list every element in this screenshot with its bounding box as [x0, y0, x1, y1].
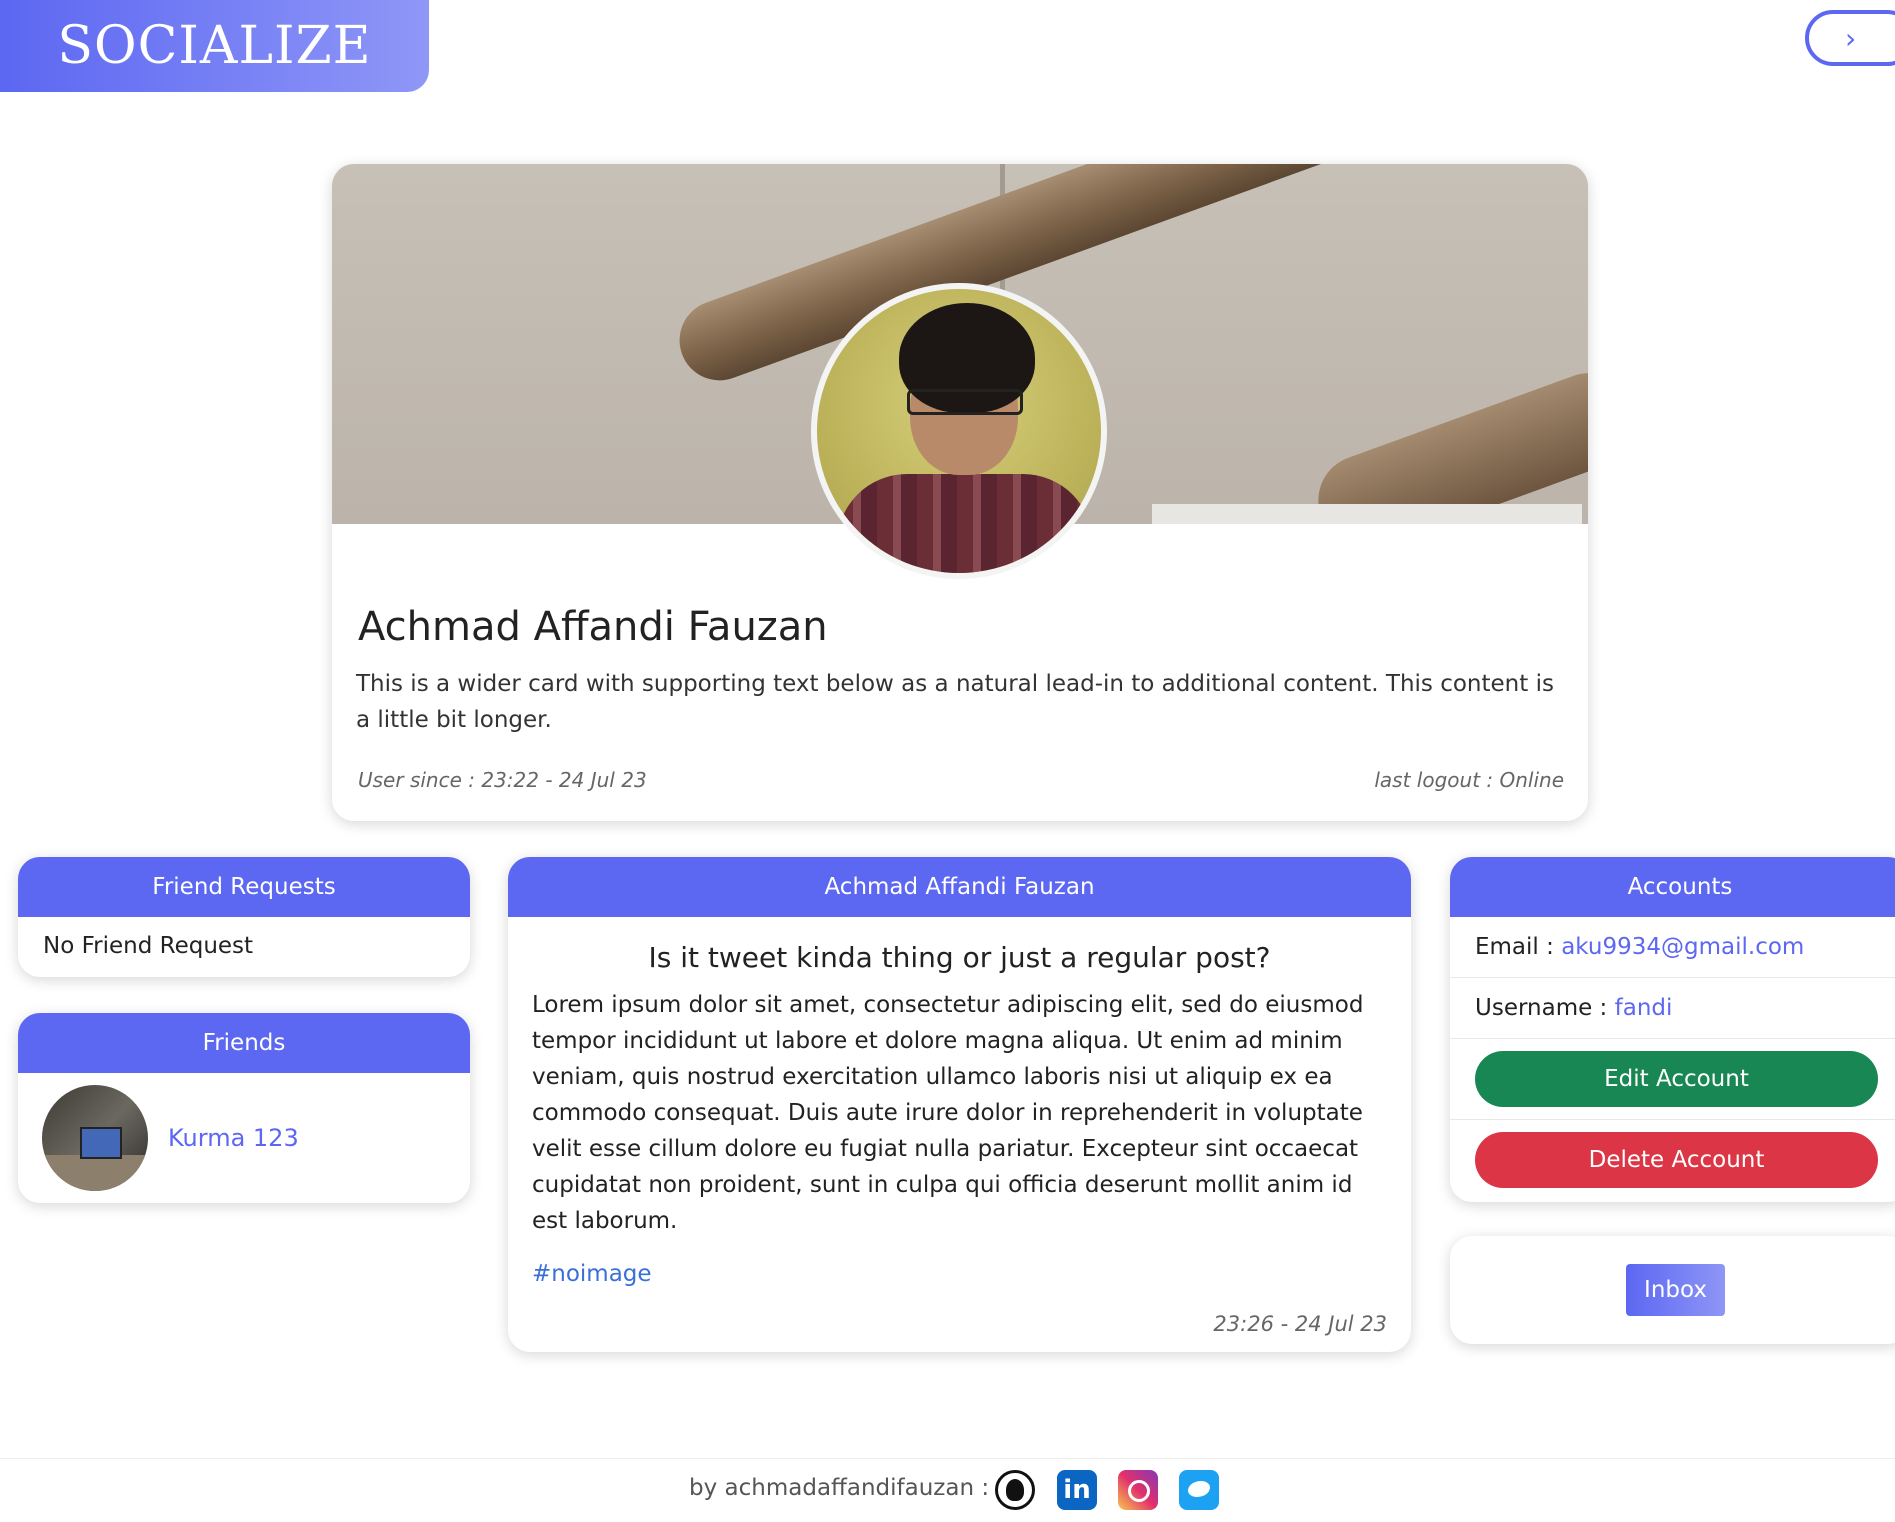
email-link[interactable]: aku9934@gmail.com [1561, 934, 1804, 960]
friend-item[interactable]: Kurma 123 [42, 1085, 299, 1191]
username-label: Username : [1475, 995, 1615, 1021]
brand-logo[interactable]: SOCIALIZE [0, 0, 429, 92]
email-row: Email : aku9934@gmail.com [1450, 917, 1895, 978]
post-title: Is it tweet kinda thing or just a regula… [648, 941, 1271, 974]
theme-toggle-button[interactable]: › [1805, 10, 1895, 66]
profile-bio: This is a wider card with supporting tex… [356, 671, 1554, 733]
friend-avatar[interactable] [42, 1085, 148, 1191]
twitter-icon[interactable] [1179, 1470, 1219, 1510]
friends-header: Friends [18, 1013, 470, 1073]
last-logout: last logout : Online [1374, 768, 1564, 792]
delete-account-button[interactable]: Delete Account [1475, 1132, 1878, 1188]
accounts-header: Accounts [1450, 857, 1895, 917]
edit-account-button[interactable]: Edit Account [1475, 1051, 1878, 1107]
delete-account-row: Delete Account [1450, 1120, 1895, 1200]
instagram-icon[interactable] [1118, 1470, 1158, 1510]
accounts-card: Accounts Email : aku9934@gmail.com Usern… [1450, 857, 1895, 1202]
post-timestamp: 23:26 - 24 Jul 23 [1213, 1312, 1387, 1336]
post-author[interactable]: Achmad Affandi Fauzan [508, 857, 1411, 917]
profile-card: Achmad Affandi Fauzan This is a wider ca… [332, 164, 1588, 821]
footer: by achmadaffandifauzan : in [0, 1458, 1895, 1522]
linkedin-icon[interactable]: in [1057, 1470, 1097, 1510]
post-body: Lorem ipsum dolor sit amet, consectetur … [532, 992, 1364, 1234]
friends-card: Friends Kurma 123 [18, 1013, 470, 1203]
friend-name-link[interactable]: Kurma 123 [168, 1124, 299, 1152]
github-icon[interactable] [995, 1470, 1035, 1510]
post-hashtag-link[interactable]: #noimage [532, 1261, 652, 1287]
friend-requests-card: Friend Requests No Friend Request [18, 857, 470, 977]
footer-credit: by achmadaffandifauzan : [689, 1475, 990, 1501]
inbox-button[interactable]: Inbox [1626, 1264, 1725, 1316]
email-label: Email : [1475, 934, 1562, 960]
brand-logo-text: SOCIALIZE [57, 16, 372, 76]
chevron-right-icon: › [1845, 21, 1857, 55]
post-card: Achmad Affandi Fauzan Is it tweet kinda … [508, 857, 1411, 1352]
profile-avatar [811, 283, 1107, 579]
friend-requests-empty: No Friend Request [43, 933, 254, 959]
friend-requests-header: Friend Requests [18, 857, 470, 917]
user-since: User since : 23:22 - 24 Jul 23 [358, 768, 647, 792]
profile-name: Achmad Affandi Fauzan [358, 604, 828, 650]
username-link[interactable]: fandi [1615, 995, 1673, 1021]
edit-account-row: Edit Account [1450, 1039, 1895, 1120]
username-row: Username : fandi [1450, 978, 1895, 1039]
inbox-card: Inbox [1450, 1236, 1895, 1344]
